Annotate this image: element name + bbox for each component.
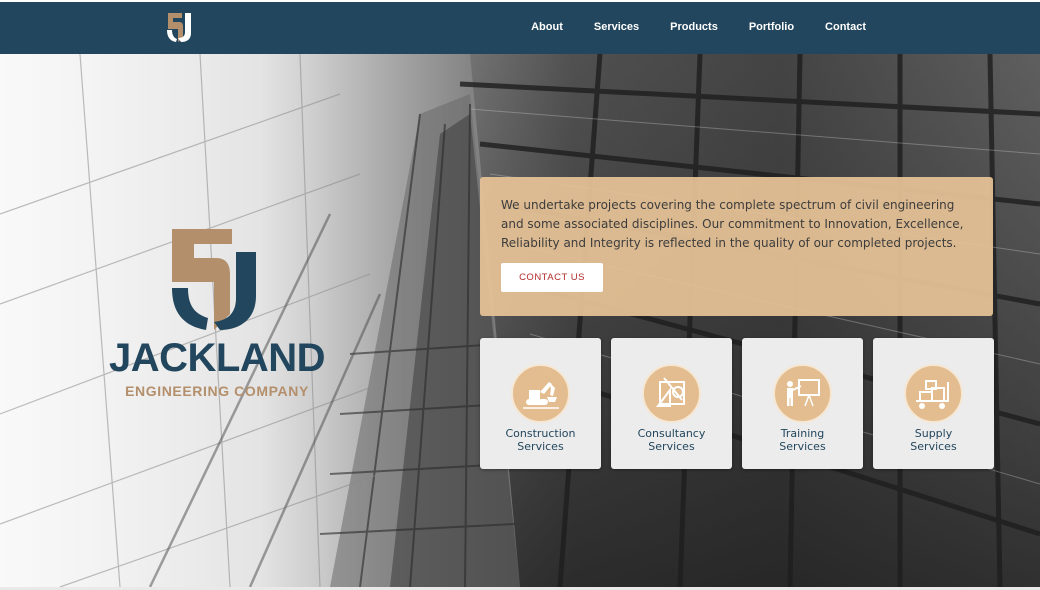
service-title-line1: Training [780, 427, 825, 440]
service-title-line2: Services [517, 440, 564, 453]
service-card-consultancy[interactable]: Consultancy Services [611, 338, 732, 469]
jackland-5j-logo-icon[interactable] [165, 11, 195, 44]
brand-name: JACKLAND [109, 336, 326, 380]
hero-section: JACKLAND ENGINEERING COMPANY We undertak… [0, 54, 1040, 587]
hero-background-building-image [0, 54, 1040, 587]
service-icon-circle [511, 364, 570, 423]
nav-contact-link[interactable]: Contact [825, 21, 866, 33]
drafting-tools-icon [656, 377, 685, 407]
brand-subtitle: ENGINEERING COMPANY [125, 383, 309, 399]
presentation-board-icon [787, 379, 820, 407]
service-title-line1: Construction [505, 427, 576, 440]
contact-us-button[interactable]: CONTACT US [501, 263, 603, 292]
intro-panel: We undertake projects covering the compl… [480, 177, 993, 316]
top-nav-bar: About Services Products Portfolio Contac… [0, 0, 1040, 54]
main-nav: About Services Products Portfolio Contac… [531, 0, 866, 54]
service-title-line1: Consultancy [637, 427, 706, 440]
service-label: Consultancy Services [611, 427, 732, 453]
excavator-icon [523, 382, 559, 409]
service-card-supply[interactable]: Supply Services [873, 338, 994, 469]
nav-products-link[interactable]: Products [670, 21, 718, 33]
intro-text: We undertake projects covering the compl… [501, 198, 964, 250]
jackland-5j-logo-icon [172, 229, 256, 330]
nav-services-link[interactable]: Services [594, 21, 639, 33]
service-icon-circle [773, 364, 832, 423]
service-icon-circle [904, 364, 963, 423]
service-title-line1: Supply [914, 427, 953, 440]
service-title-line2: Services [910, 440, 957, 453]
service-icon-circle [642, 364, 701, 423]
service-card-construction[interactable]: Construction Services [480, 338, 601, 469]
service-title-line2: Services [648, 440, 695, 453]
service-card-training[interactable]: Training Services [742, 338, 863, 469]
service-label: Construction Services [480, 427, 601, 453]
nav-about-link[interactable]: About [531, 21, 563, 33]
nav-portfolio-link[interactable]: Portfolio [749, 21, 794, 33]
top-edge-line [0, 0, 1040, 2]
service-label: Supply Services [873, 427, 994, 453]
service-label: Training Services [742, 427, 863, 453]
service-title-line2: Services [779, 440, 826, 453]
hand-truck-boxes-icon [916, 380, 949, 409]
